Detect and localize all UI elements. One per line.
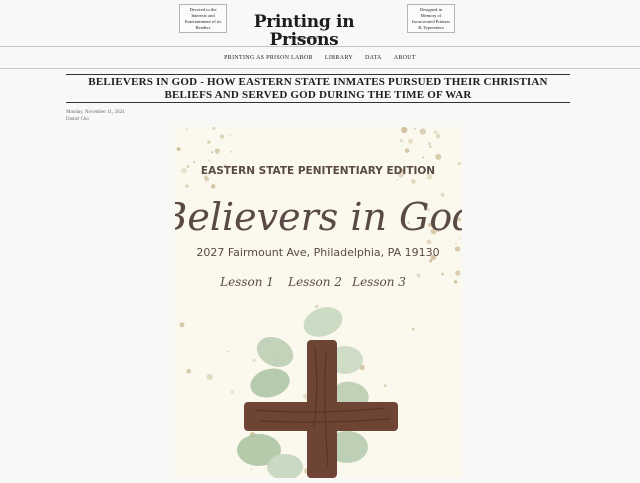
- speckle-dot: [429, 145, 432, 148]
- lesson-3-label: Lesson 3: [351, 275, 406, 289]
- speckle-dot: [383, 384, 387, 387]
- speckle-dot: [206, 373, 213, 381]
- article-meta: Monday, November 11, 2024 Daniel Cho: [66, 109, 125, 123]
- speckle-dot: [435, 133, 441, 139]
- speckle-dot: [185, 184, 189, 188]
- left-ear-box: Devoted to the Interests and Entertainme…: [179, 4, 227, 33]
- speckle-dot: [179, 322, 185, 328]
- speckle-dot: [210, 184, 216, 189]
- speckle-dot: [227, 350, 230, 353]
- lesson-2-label: Lesson 2: [287, 275, 342, 289]
- speckle-dot: [181, 167, 187, 174]
- main-nav: PRINTING AS PRISON LABOR LIBRARY DATA AB…: [0, 47, 640, 68]
- article-headline: BELIEVERS IN GOD - HOW EASTERN STATE INM…: [88, 76, 548, 101]
- speckle-dot: [186, 165, 190, 168]
- speckle-dot: [435, 153, 442, 160]
- speckle-dot: [426, 239, 432, 245]
- nav-item-library[interactable]: LIBRARY: [325, 55, 353, 61]
- speckle-dot: [414, 127, 416, 130]
- speckle-dot: [193, 161, 196, 164]
- speckle-dot: [407, 138, 414, 144]
- speckle-dot: [411, 179, 416, 184]
- speckle-dot: [453, 280, 458, 284]
- speckle-dot: [433, 130, 438, 134]
- nav-item-printing-as-prison-labor[interactable]: PRINTING AS PRISON LABOR: [224, 55, 313, 61]
- speckle-dot: [404, 148, 410, 153]
- cross-horizontal-beam: [244, 402, 398, 431]
- speckle-dot: [429, 259, 433, 263]
- speckle-dot: [315, 304, 319, 308]
- poster-image: EASTERN STATE PENITENTIARY EDITION Belie…: [158, 126, 477, 480]
- speckle-dot: [185, 128, 188, 131]
- article-author: Daniel Cho: [66, 117, 89, 122]
- masthead: Devoted to the Interests and Entertainme…: [0, 0, 640, 49]
- left-ear-line: Readers: [195, 25, 211, 30]
- poster-edition: EASTERN STATE PENITENTIARY EDITION: [201, 165, 435, 177]
- speckle-dot: [401, 126, 408, 134]
- site-title[interactable]: Printing in Prisons: [240, 13, 368, 49]
- speckle-dot: [428, 142, 432, 146]
- poster-title: Believers in God: [175, 195, 462, 239]
- poster-graphic: EASTERN STATE PENITENTIARY EDITION Belie…: [158, 126, 477, 480]
- speckle-dot: [455, 270, 461, 276]
- speckle-dot: [186, 368, 192, 374]
- right-ear-line: & Typesetters: [418, 25, 444, 30]
- speckle-dot: [250, 468, 253, 471]
- speckle-dot: [419, 128, 426, 135]
- speckle-dot: [399, 138, 404, 143]
- speckle-dot: [229, 134, 232, 137]
- speckle-dot: [214, 148, 220, 154]
- speckle-dot: [441, 272, 444, 276]
- speckle-dot: [411, 327, 415, 331]
- poster-address: 2027 Fairmount Ave, Philadelphia, PA 191…: [196, 246, 439, 259]
- established-line: Established 2023: [288, 35, 320, 40]
- speckle-dot: [207, 140, 211, 144]
- speckle-dot: [457, 162, 461, 166]
- speckle-dot: [219, 134, 225, 139]
- nav-item-about[interactable]: ABOUT: [394, 55, 416, 61]
- speckle-dot: [230, 150, 233, 153]
- speckle-dot: [422, 156, 424, 159]
- speckle-dot: [252, 358, 256, 363]
- speckle-dot: [416, 273, 421, 278]
- lesson-1-label: Lesson 1: [219, 275, 274, 289]
- right-ear-box: Designed in Memory of Incarcerated Print…: [407, 4, 455, 33]
- speckle-dot: [230, 390, 234, 394]
- speckle-dot: [455, 242, 457, 245]
- speckle-dot: [208, 159, 211, 162]
- speckle-dot: [396, 178, 399, 181]
- article-date: Monday, November 11, 2024: [66, 110, 125, 115]
- nav-divider: [0, 68, 640, 69]
- speckle-dot: [210, 151, 214, 154]
- speckle-dot: [454, 246, 461, 252]
- nav-item-data[interactable]: DATA: [365, 55, 382, 61]
- headline-rule-bottom: [66, 102, 570, 103]
- speckle-dot: [176, 147, 181, 151]
- speckle-dot: [204, 177, 210, 182]
- headline-rule-top: [66, 74, 570, 75]
